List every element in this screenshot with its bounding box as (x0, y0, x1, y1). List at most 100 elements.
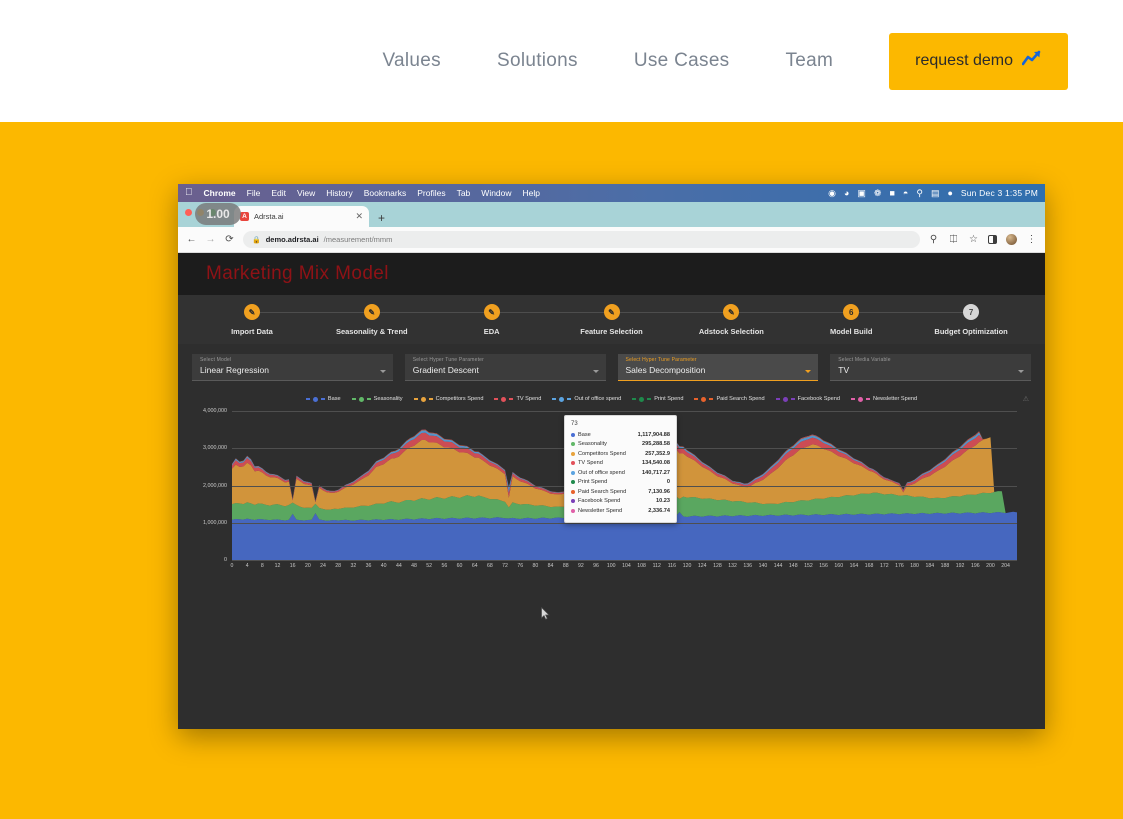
menu-item-window[interactable]: Window (481, 188, 511, 198)
chevron-down-icon[interactable] (379, 370, 386, 373)
nav-link-use-cases[interactable]: Use Cases (634, 50, 730, 72)
close-button[interactable] (185, 209, 192, 216)
legend-dash-icon (850, 398, 855, 400)
menu-item-help[interactable]: Help (523, 188, 540, 198)
menu-item-bookmarks[interactable]: Bookmarks (364, 188, 407, 198)
profile-avatar[interactable] (1006, 234, 1017, 245)
playback-speed-badge: 1.00 (195, 203, 241, 225)
legend-item[interactable]: Base (305, 396, 341, 402)
share-icon[interactable]: ⎅ (948, 234, 959, 245)
legend-item[interactable]: Paid Search Spend (694, 396, 765, 402)
legend-item[interactable]: Competitors Spend (413, 396, 483, 402)
control-center-icon[interactable]: ◕ (844, 188, 849, 198)
step-feature-selection[interactable]: ✎ Feature Selection (552, 304, 732, 336)
select-media-variable-value: TV (838, 365, 850, 375)
tooltip-series-value: 2,336.74 (648, 507, 670, 514)
tooltip-series-name: TV Spend (578, 460, 603, 467)
tooltip-series-name: Newsletter Spend (578, 507, 623, 514)
display-icon[interactable]: ▣ (857, 188, 866, 198)
chevron-down-icon[interactable] (805, 370, 812, 373)
select-media-variable[interactable]: Select Media Variable TV (830, 354, 1031, 381)
menubar-clock[interactable]: Sun Dec 3 1:35 PM (961, 188, 1038, 198)
menu-item-file[interactable]: File (247, 188, 261, 198)
step-label: Seasonality & Trend (335, 327, 408, 336)
select-model[interactable]: Select Model Linear Regression (192, 354, 393, 381)
tooltip-color-dot-icon (571, 442, 575, 447)
siri-icon[interactable]: ● (947, 188, 952, 198)
step-number: 6 (843, 304, 860, 320)
menu-item-chrome[interactable]: Chrome (204, 188, 236, 198)
legend-color-dot-icon (312, 396, 318, 402)
browser-tab-adrsta[interactable]: A Adrsta.ai ✕ (234, 206, 369, 227)
toolbar-right-actions: ⚲ ⎅ ☆ ⋮ (928, 234, 1037, 245)
legend-item[interactable]: Newsletter Spend (850, 396, 918, 402)
x-axis-tick-label: 184 (925, 563, 935, 569)
menu-item-edit[interactable]: Edit (271, 188, 286, 198)
address-bar[interactable]: 🔒 demo.adrsta.ai /measurement/mmm (243, 231, 920, 248)
wifi-icon[interactable]: ◓ (903, 188, 908, 198)
battery-icon[interactable]: ■ (889, 188, 894, 198)
close-tab-icon[interactable]: ✕ (355, 211, 363, 222)
spotlight-search-icon[interactable]: ⚲ (916, 188, 923, 198)
legend-label: Newsletter Spend (872, 396, 918, 402)
x-axis-tick-label: 148 (788, 563, 798, 569)
x-axis-tick-label: 140 (758, 563, 768, 569)
legend-item[interactable]: Print Spend (632, 396, 683, 402)
chart-plot-area: 0 1,000,000 2,000,000 3,000,000 4,000,000 73… (203, 408, 1017, 563)
legend-dash-icon (366, 398, 371, 400)
menu-item-view[interactable]: View (297, 188, 315, 198)
legend-item[interactable]: Facebook Spend (775, 396, 840, 402)
mmm-app: Marketing Mix Model ✎ Import Data ✎ Seas… (178, 253, 1045, 729)
select-hyper-tune-parameter-2[interactable]: Select Hyper Tune Parameter Sales Decomp… (617, 354, 819, 381)
menu-item-tab[interactable]: Tab (457, 188, 471, 198)
legend-dash-icon (647, 398, 652, 400)
apple-logo-icon[interactable]:  (185, 188, 193, 198)
reload-icon[interactable]: ⟳ (224, 234, 235, 245)
chevron-down-icon[interactable] (592, 370, 599, 373)
chevron-down-icon[interactable] (1018, 370, 1024, 373)
menu-item-profiles[interactable]: Profiles (417, 188, 445, 198)
back-icon[interactable]: ← (186, 234, 197, 245)
screen-mirror-icon[interactable]: ▤ (931, 188, 940, 198)
y-axis-tick-label: 3,000,000 (203, 445, 227, 452)
step-status-icon: ✎ (723, 304, 740, 320)
x-axis-tick-label: 44 (395, 563, 402, 569)
step-adstock-selection[interactable]: ✎ Adstock Selection (671, 304, 852, 336)
legend-item[interactable]: Out of office spend (552, 396, 621, 402)
legend-item[interactable]: TV Spend (494, 396, 541, 402)
menu-item-history[interactable]: History (326, 188, 352, 198)
chrome-menu-icon[interactable]: ⋮ (1026, 234, 1037, 245)
step-import-data[interactable]: ✎ Import Data (192, 304, 372, 336)
step-label: Feature Selection (580, 327, 643, 336)
nav-link-values[interactable]: Values (382, 50, 441, 72)
legend-label: Out of office spend (574, 396, 622, 402)
side-panel-icon[interactable] (988, 235, 997, 244)
tooltip-series-value: 1,117,904.88 (637, 431, 670, 438)
x-axis-tick-label: 24 (320, 563, 326, 569)
record-icon[interactable]: ◉ (828, 188, 836, 198)
forward-icon[interactable]: → (205, 234, 216, 245)
legend-color-dot-icon (782, 396, 788, 402)
step-model-build[interactable]: 6 Model Build (791, 304, 972, 336)
legend-dash-icon (413, 398, 418, 400)
request-demo-button[interactable]: request demo (889, 32, 1068, 90)
legend-color-dot-icon (701, 396, 707, 402)
step-eda[interactable]: ✎ EDA (432, 304, 612, 336)
step-status-icon: ✎ (243, 304, 260, 320)
nav-link-team[interactable]: Team (785, 50, 833, 72)
new-tab-button[interactable]: + (378, 211, 385, 225)
step-budget-optimization[interactable]: 7 Budget Optimization (911, 304, 1031, 336)
bluetooth-icon[interactable]: ❁ (874, 188, 882, 198)
legend-dash-icon (694, 398, 699, 400)
select-hyper-tune-parameter-1[interactable]: Select Hyper Tune Parameter Gradient Des… (404, 354, 606, 381)
bookmark-star-icon[interactable]: ☆ (968, 234, 979, 245)
nav-link-solutions[interactable]: Solutions (497, 50, 578, 72)
x-axis-tick-label: 116 (667, 563, 677, 569)
tooltip-row: Paid Search Spend 7,130.96 (571, 487, 670, 497)
legend-dash-icon (509, 398, 514, 400)
legend-item[interactable]: Seasonality (351, 396, 403, 402)
step-seasonality-trend[interactable]: ✎ Seasonality & Trend (312, 304, 492, 336)
x-axis-tick-label: 64 (471, 563, 478, 569)
tooltip-color-dot-icon (571, 451, 575, 456)
search-icon[interactable]: ⚲ (928, 234, 939, 245)
